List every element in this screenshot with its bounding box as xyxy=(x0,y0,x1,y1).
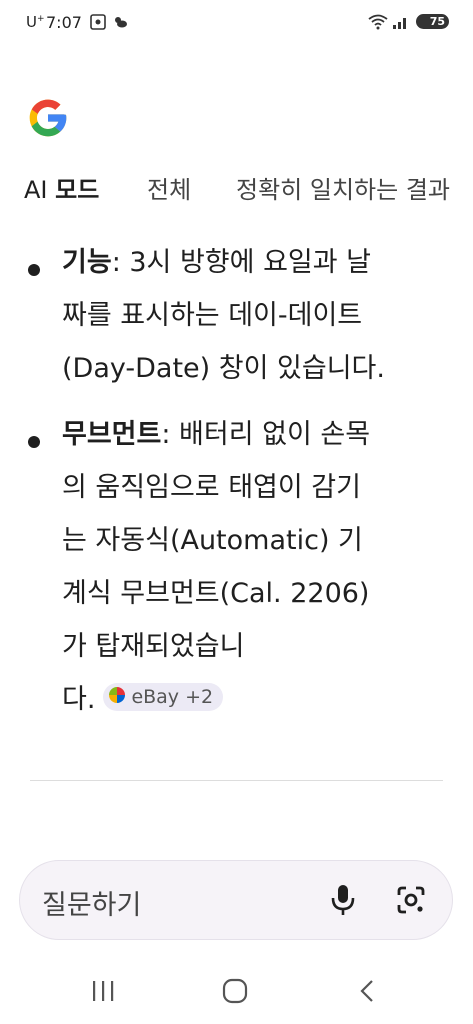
status-bar: U+ 7:07 75 xyxy=(0,0,473,44)
source-chip[interactable]: eBay +2 xyxy=(103,682,224,711)
list-item-text: 기능: 3시 방향에 요일과 날 짜를 표시하는 데이-데이트 (Day-Dat… xyxy=(62,236,452,395)
text-line: 의 움직임으로 태엽이 감기 xyxy=(62,472,361,503)
bullet-icon xyxy=(28,264,40,276)
system-nav-bar xyxy=(0,970,473,1014)
text-line: (Day-Date) 창이 있습니다. xyxy=(62,353,385,384)
recents-icon[interactable] xyxy=(90,978,116,1004)
text-line: : 3시 방향에 요일과 날 xyxy=(111,247,372,278)
text-line: : 배터리 없이 손목 xyxy=(161,419,371,450)
status-time: 7:07 xyxy=(46,13,82,32)
signal-icon xyxy=(393,18,406,29)
ask-input-placeholder[interactable]: 질문하기 xyxy=(42,883,141,922)
text-line: 는 자동식(Automatic) 기 xyxy=(62,525,363,556)
item-term: 기능 xyxy=(62,247,112,278)
ebay-favicon-icon xyxy=(109,687,126,703)
tab-all[interactable]: 전체 xyxy=(147,170,191,205)
microphone-icon[interactable] xyxy=(330,883,356,917)
text-line: 가 탑재되었습니 xyxy=(62,631,245,662)
text-line: 다. xyxy=(62,684,96,715)
divider xyxy=(30,780,443,781)
list-item-text: 무브먼트: 배터리 없이 손목 의 움직임으로 태엽이 감기 는 자동식(Aut… xyxy=(62,408,452,726)
wifi-icon xyxy=(368,14,388,30)
google-g-logo xyxy=(29,99,67,137)
text-line: 계식 무브먼트(Cal. 2206) xyxy=(62,578,370,609)
carrier-label: U+ xyxy=(26,13,45,31)
weather-icon xyxy=(115,17,127,28)
screenshot-icon xyxy=(90,14,106,30)
back-icon[interactable] xyxy=(356,978,380,1004)
bullet-icon xyxy=(28,436,40,448)
item-term: 무브먼트 xyxy=(62,419,162,450)
text-line: 짜를 표시하는 데이-데이트 xyxy=(62,300,363,331)
source-chip-label: eBay +2 xyxy=(131,685,214,708)
tab-exact-match[interactable]: 정확히 일치하는 결과 xyxy=(236,170,450,205)
battery-icon: 75 xyxy=(416,14,449,29)
ask-input-box[interactable]: 질문하기 xyxy=(19,860,453,940)
tab-ai-mode[interactable]: AI 모드 xyxy=(24,170,99,205)
home-icon[interactable] xyxy=(222,978,248,1004)
google-lens-icon[interactable] xyxy=(396,885,426,915)
